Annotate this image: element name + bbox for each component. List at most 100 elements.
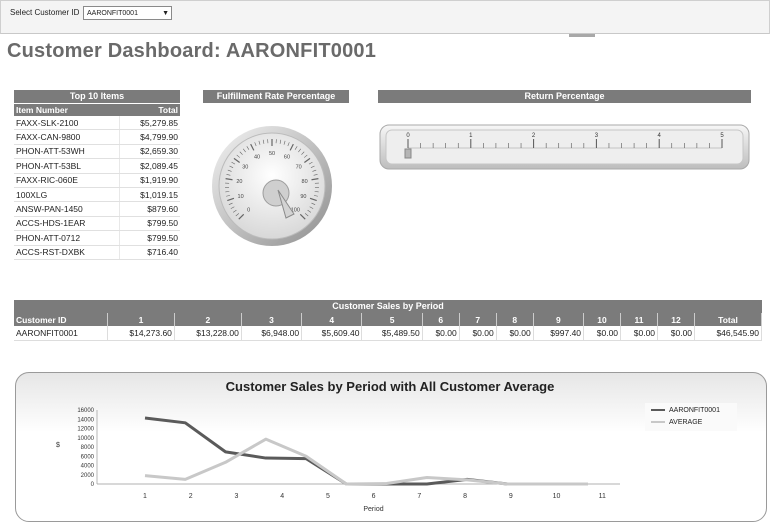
col-item-number: Item Number [14,104,120,116]
x-axis-label: Period [363,506,383,513]
x-tick-label: 3 [235,493,239,500]
sales-col-header: 6 [422,313,460,326]
x-tick-label: 5 [326,493,330,500]
top-items-header: Top 10 Items [14,90,180,103]
x-tick-label: 6 [372,493,376,500]
item-number-cell: PHON-ATT-53BL [14,158,120,174]
sales-by-period-table: Customer ID 1 2 3 4 5 6 7 8 9 10 11 12 Total AARONFIT… [14,313,762,341]
gauge-tick-label: 40 [254,155,260,161]
return-linear-gauge: 012345 [379,124,750,170]
sales-value-cell: $0.00 [496,326,534,341]
table-row: FAXX-CAN-9800 $4,799.90 [14,129,180,145]
sales-col-header: 2 [174,313,242,326]
x-tick-label: 8 [463,493,467,500]
sales-value-cell: $0.00 [422,326,460,341]
y-tick-label: 16000 [77,408,94,414]
legend-item-aaronfit: AARONFIT0001 [651,407,720,414]
sales-col-header: Total [694,313,762,326]
y-tick-label: 4000 [81,464,95,470]
sales-col-header: 7 [459,313,497,326]
table-row: AARONFIT0001 $14,273.60 $13,228.00 $6,948.0… [14,326,762,341]
chart-title: Customer Sales by Period with All Custom… [225,379,555,394]
sales-col-header: 1 [107,313,175,326]
sales-value-cell: $0.00 [657,326,696,341]
chevron-down-icon[interactable]: ▼ [162,7,169,21]
table-row: FAXX-SLK-2100 $5,279.85 [14,116,180,131]
sales-line-chart: 0 2000 4000 6000 8000 10000 12000 14000 16000 1 2 3… [56,408,620,513]
item-total-cell: $2,659.30 [119,144,180,160]
customer-select-label: Select Customer ID [10,8,80,17]
sales-value-cell: $997.40 [533,326,585,341]
fulfillment-header: Fulfillment Rate Percentage [203,90,349,103]
table-row: 100XLG $1,019.15 [14,187,180,203]
top-items-table: Item Number Total FAXX-SLK-2100 $5,279.85… [14,104,180,260]
sales-col-header: 5 [361,313,423,326]
y-tick-label: 2000 [81,473,95,479]
item-number-cell: FAXX-CAN-9800 [14,129,120,145]
table-row: PHON-ATT-0712 $799.50 [14,230,180,246]
item-number-cell: 100XLG [14,187,120,203]
gauge-tick-label: 50 [269,151,275,157]
gauge-tick-label: 70 [296,165,302,171]
top-toolbar: Select Customer ID AARONFIT0001 ▼ [0,0,770,34]
sales-col-header: 8 [496,313,534,326]
series-line-average [144,437,588,486]
item-number-cell: PHON-ATT-53WH [14,144,120,160]
x-tick-label: 11 [599,493,606,500]
gauge-tick-label: 60 [284,155,290,161]
sales-col-header: 9 [533,313,585,326]
customer-id-select[interactable]: AARONFIT0001 ▼ [83,6,172,20]
item-total-cell: $716.40 [119,245,180,260]
item-total-cell: $4,799.90 [119,129,180,145]
table-row: PHON-ATT-53WH $2,659.30 [14,144,180,160]
x-tick-label: 7 [417,493,421,500]
sales-col-header: 11 [620,313,659,326]
y-tick-label: 8000 [81,445,95,451]
legend-item-average: AVERAGE [651,419,702,426]
gauge-tick-label: 0 [247,207,250,213]
splitter-handle[interactable] [569,34,595,37]
table-row: ACCS-HDS-1EAR $799.50 [14,216,180,232]
y-tick-label: 10000 [77,436,94,442]
item-number-cell: PHON-ATT-0712 [14,230,120,246]
sales-col-header: 3 [241,313,303,326]
item-total-cell: $799.50 [119,216,180,232]
item-total-cell: $1,019.15 [119,187,180,203]
y-tick-label: 6000 [81,454,95,460]
y-tick-label: 12000 [77,427,94,433]
series-line-aaronfit [144,416,588,486]
x-tick-label: 2 [189,493,193,500]
table-row: ACCS-RST-DXBK $716.40 [14,245,180,260]
sales-value-cell: $5,609.40 [301,326,363,341]
item-number-cell: ACCS-RST-DXBK [14,245,120,260]
x-tick-label: 9 [509,493,513,500]
item-number-cell: ACCS-HDS-1EAR [14,216,120,232]
col-total: Total [119,104,180,116]
customer-id-cell: AARONFIT0001 [14,326,108,341]
page-title: Customer Dashboard: AARONFIT0001 [7,40,377,62]
fulfillment-gauge: 0102030405060708090100 [212,126,332,246]
item-total-cell: $799.50 [119,230,180,246]
sales-col-header: 10 [583,313,622,326]
gauge-tick-label: 10 [238,194,244,200]
gauge-tick-label: 30 [242,165,248,171]
sales-value-cell: $46,545.90 [694,326,762,341]
table-row: PHON-ATT-53BL $2,089.45 [14,158,180,174]
return-header: Return Percentage [378,90,751,103]
x-tick-label: 4 [280,493,284,500]
legend-swatch [651,421,665,424]
sales-value-cell: $5,489.50 [361,326,423,341]
chart-legend: AARONFIT0001 AVERAGE [645,403,737,431]
x-tick-label: 1 [143,493,147,500]
sales-value-cell: $0.00 [620,326,659,341]
sales-value-cell: $6,948.00 [241,326,303,341]
x-tick-label: 10 [553,493,561,500]
sales-col-header: Customer ID [14,313,108,326]
sales-value-cell: $14,273.60 [107,326,175,341]
return-pointer [404,148,412,159]
item-total-cell: $2,089.45 [119,158,180,174]
sales-value-cell: $0.00 [583,326,622,341]
y-tick-label: 14000 [77,417,94,423]
gauge-tick-label: 20 [236,179,242,185]
y-axis-label: $ [56,442,60,449]
